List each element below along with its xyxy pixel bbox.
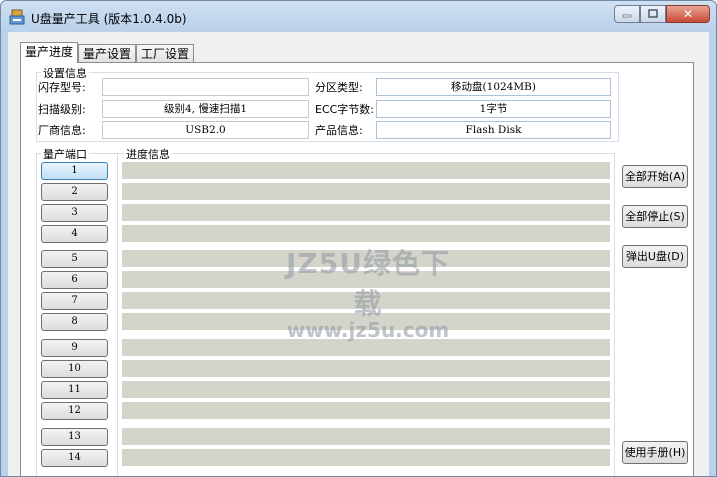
progress-bar-7 bbox=[122, 292, 610, 309]
client-area: 量产进度 量产设置 工厂设置 设置信息 闪存型号: 扫描级别: 级别4, 慢速扫… bbox=[8, 32, 709, 476]
window-controls: ✕ bbox=[614, 5, 710, 25]
stop-all-button[interactable]: 全部停止(S) bbox=[622, 205, 688, 228]
progress-group-title: 进度信息 bbox=[124, 146, 172, 162]
maximize-button[interactable] bbox=[640, 5, 666, 23]
start-all-button[interactable]: 全部开始(A) bbox=[622, 165, 688, 188]
maximize-icon bbox=[648, 9, 658, 18]
close-button[interactable]: ✕ bbox=[666, 5, 710, 23]
progress-bar-13 bbox=[122, 428, 610, 445]
progress-bar-1 bbox=[122, 162, 610, 179]
port-button-11[interactable]: 11 bbox=[41, 381, 108, 399]
progress-bar-5 bbox=[122, 250, 610, 267]
port-button-9[interactable]: 9 bbox=[41, 339, 108, 357]
progress-bar-12 bbox=[122, 402, 610, 419]
port-button-1[interactable]: 1 bbox=[41, 162, 108, 180]
eject-udisk-button[interactable]: 弹出U盘(D) bbox=[622, 245, 688, 268]
scan-level-label: 扫描级别: bbox=[38, 103, 86, 116]
partition-type-field: 移动盘(1024MB) bbox=[376, 78, 611, 96]
tab-factory-settings[interactable]: 工厂设置 bbox=[136, 44, 195, 62]
port-button-5[interactable]: 5 bbox=[41, 250, 108, 268]
progress-bar-4 bbox=[122, 225, 610, 242]
flash-model-field bbox=[102, 78, 309, 96]
minimize-button[interactable] bbox=[614, 5, 640, 23]
vendor-field: USB2.0 bbox=[102, 121, 309, 139]
progress-bar-2 bbox=[122, 183, 610, 200]
usb-app-icon bbox=[9, 9, 25, 25]
progress-bar-6 bbox=[122, 271, 610, 288]
tab-strip: 量产进度 量产设置 工厂设置 bbox=[20, 42, 195, 63]
ecc-bytes-label: ECC字节数: bbox=[315, 103, 375, 116]
port-button-4[interactable]: 4 bbox=[41, 225, 108, 243]
port-button-14[interactable]: 14 bbox=[41, 449, 108, 467]
product-info-label: 产品信息: bbox=[315, 124, 363, 137]
progress-bar-10 bbox=[122, 360, 610, 377]
port-button-10[interactable]: 10 bbox=[41, 360, 108, 378]
progress-bar-14 bbox=[122, 449, 610, 466]
app-window: U盘量产工具 (版本1.0.4.0b) ✕ 量产进度 量产设置 工厂设置 设置信… bbox=[0, 0, 717, 477]
port-button-7[interactable]: 7 bbox=[41, 292, 108, 310]
port-button-2[interactable]: 2 bbox=[41, 183, 108, 201]
port-button-8[interactable]: 8 bbox=[41, 313, 108, 331]
ports-group-title: 量产端口 bbox=[41, 146, 89, 162]
port-button-6[interactable]: 6 bbox=[41, 271, 108, 289]
title-bar[interactable]: U盘量产工具 (版本1.0.4.0b) ✕ bbox=[1, 1, 716, 33]
ecc-bytes-field: 1字节 bbox=[376, 100, 611, 118]
progress-bar-3 bbox=[122, 204, 610, 221]
minimize-icon bbox=[622, 14, 632, 18]
progress-bar-9 bbox=[122, 339, 610, 356]
tab-panel: 设置信息 闪存型号: 扫描级别: 级别4, 慢速扫描1 厂商信息: USB2.0… bbox=[20, 62, 694, 476]
tab-production-settings[interactable]: 量产设置 bbox=[78, 44, 137, 62]
vendor-label: 厂商信息: bbox=[38, 124, 86, 137]
progress-bar-8 bbox=[122, 313, 610, 330]
port-button-12[interactable]: 12 bbox=[41, 402, 108, 420]
product-info-field: Flash Disk bbox=[376, 121, 611, 139]
close-icon: ✕ bbox=[682, 7, 694, 21]
port-button-3[interactable]: 3 bbox=[41, 204, 108, 222]
user-manual-button[interactable]: 使用手册(H) bbox=[622, 441, 688, 464]
scan-level-field: 级别4, 慢速扫描1 bbox=[102, 100, 309, 118]
progress-bar-11 bbox=[122, 381, 610, 398]
flash-model-label: 闪存型号: bbox=[38, 81, 86, 94]
tab-production-progress[interactable]: 量产进度 bbox=[20, 42, 79, 63]
window-title: U盘量产工具 (版本1.0.4.0b) bbox=[31, 12, 187, 26]
partition-type-label: 分区类型: bbox=[315, 81, 363, 94]
port-button-13[interactable]: 13 bbox=[41, 428, 108, 446]
